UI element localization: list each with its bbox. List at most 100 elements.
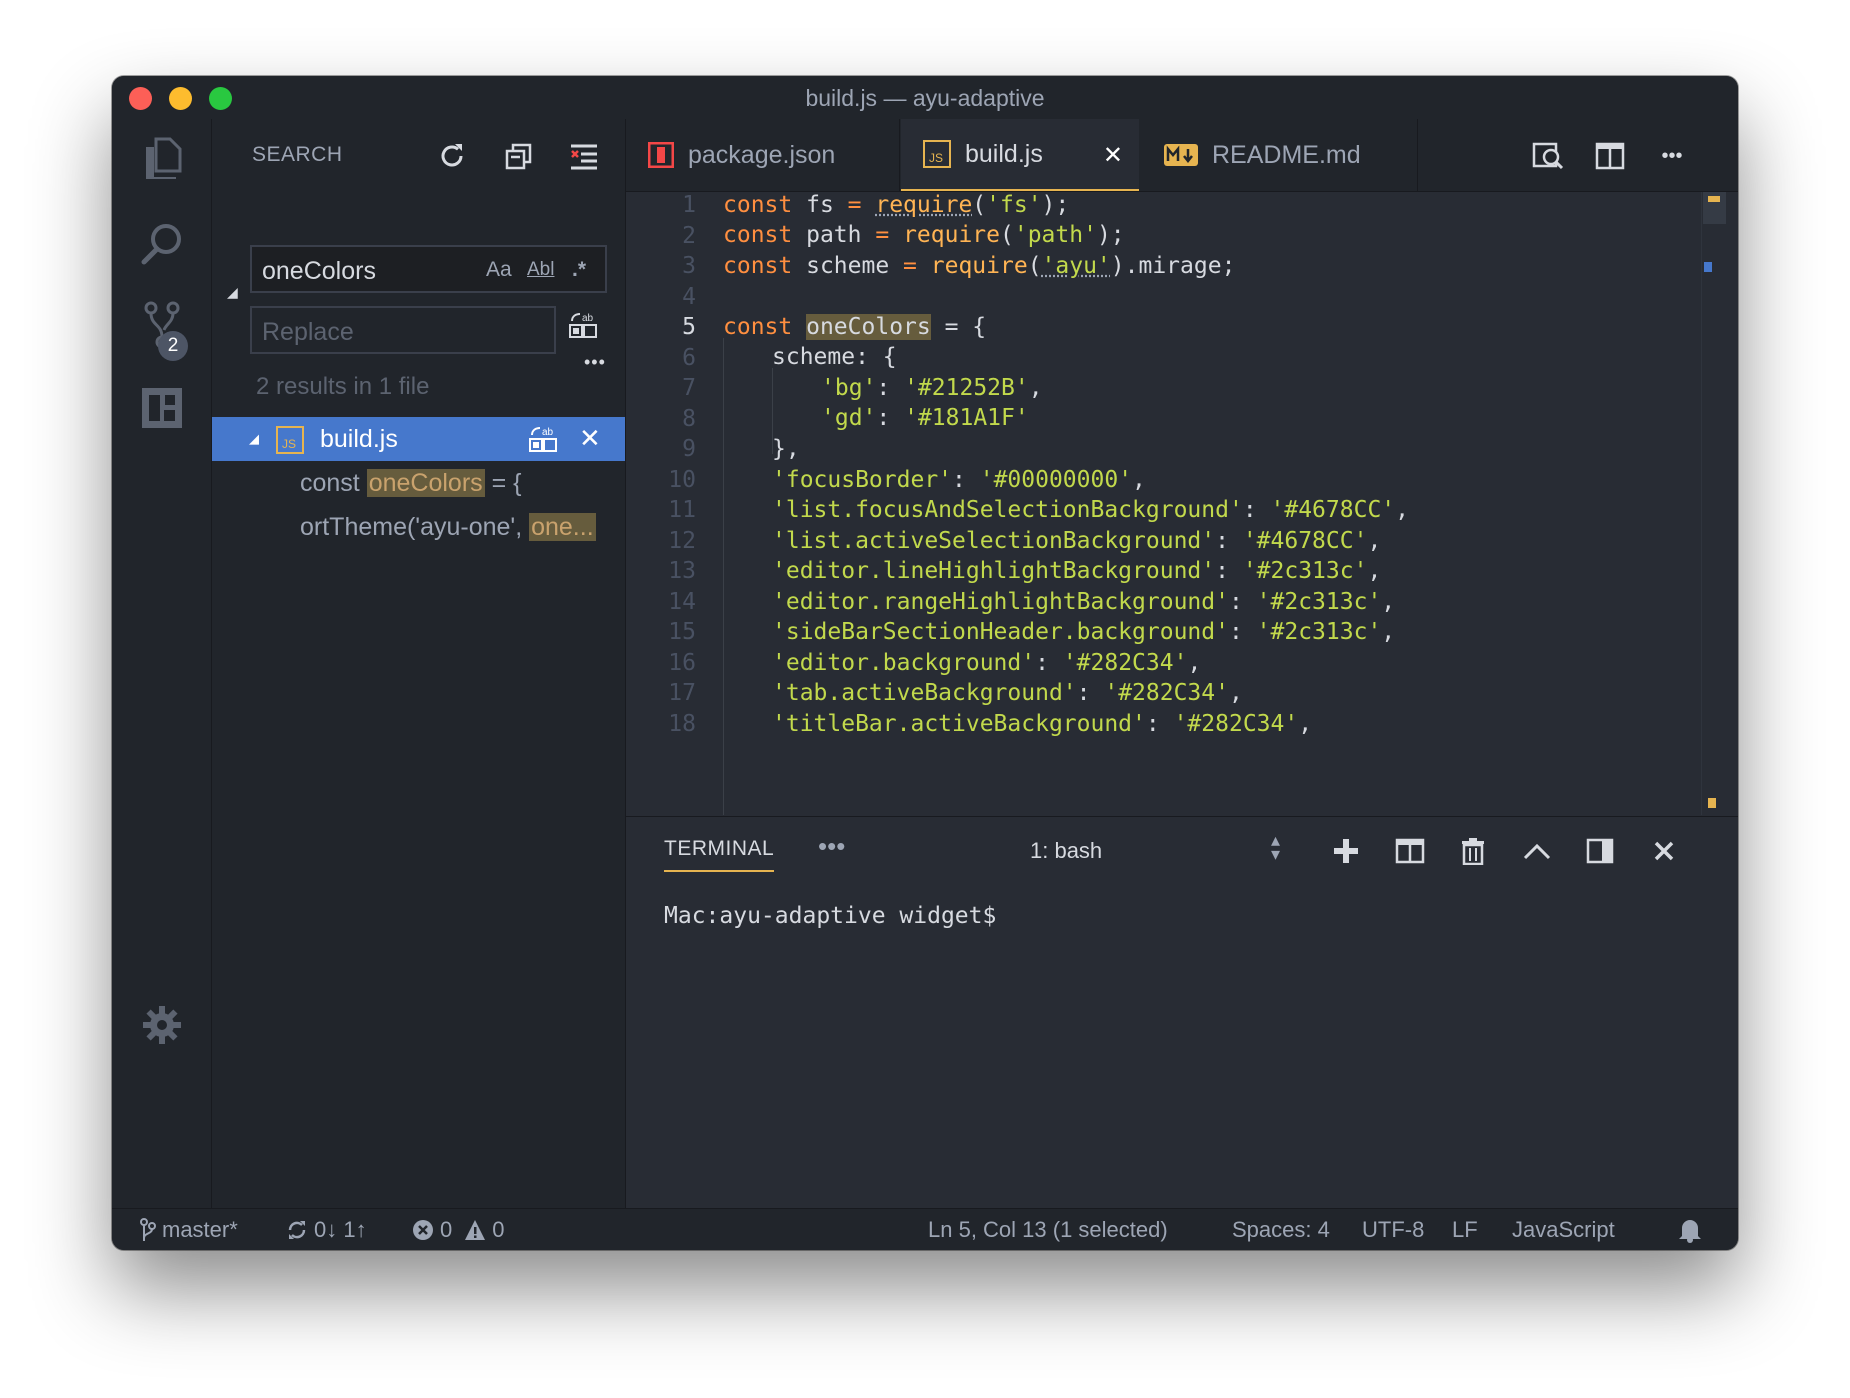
bell-icon [1679,1220,1701,1243]
toggle-panel-position-button[interactable] [1583,834,1617,868]
problems-indicator[interactable]: 0 0 [412,1217,505,1243]
error-count: 0 [440,1217,453,1242]
activity-source-control[interactable]: 2 [112,285,211,365]
editor-scrollbar[interactable] [1701,192,1726,815]
code-line: 'editor.lineHighlightBackground': '#2c31… [772,558,1382,584]
npm-icon [648,142,674,168]
notifications-button[interactable] [1678,1217,1702,1243]
more-actions-button[interactable]: ••• [1654,138,1690,174]
activity-search[interactable] [112,203,211,283]
line-number: 13 [668,558,696,584]
split-editor-icon [1395,838,1425,864]
tab-build-js[interactable]: JS build.js ✕ [901,119,1139,191]
line-number: 6 [682,344,696,371]
match-context: = { [484,469,522,497]
match-whole-word-toggle[interactable]: Abl [527,259,554,281]
terminal-panel: TERMINAL ••• 1: bash ▴ ▾ Mac:ayu-adaptiv… [626,816,1738,1209]
editor-area: package.json JS build.js ✕ README.md •••… [626,119,1738,1209]
dismiss-result-button[interactable]: ✕ [579,423,601,454]
activity-extensions[interactable] [112,368,211,448]
search-input-value: oneColors [262,257,376,285]
split-editor-button[interactable] [1592,138,1628,174]
clear-results-button[interactable] [502,139,536,173]
line-number: 12 [668,527,696,554]
panel-more-button[interactable]: ••• [818,831,845,862]
line-number: 18 [668,710,696,737]
encoding-status[interactable]: UTF-8 [1362,1217,1424,1243]
line-number: 9 [682,436,696,462]
tab-bar: package.json JS build.js ✕ README.md ••• [626,119,1738,192]
panel-tab-terminal[interactable]: TERMINAL [664,837,775,872]
select-arrows-icon[interactable]: ▴ ▾ [1271,831,1280,863]
code-line: scheme: { [772,344,897,370]
markdown-icon [1164,144,1198,166]
extensions-icon [141,388,182,428]
search-match-item[interactable]: const oneColors = { [300,469,522,498]
tab-label: build.js [965,139,1043,168]
search-match-item[interactable]: ortTheme('ayu-one', one... [300,513,596,542]
refresh-button[interactable] [435,139,469,173]
close-panel-button[interactable] [1647,834,1681,868]
code-editor[interactable]: 1 2 3 4 5 6 7 8 9 10 11 12 13 14 15 16 17 18 const fs = r… [626,192,1738,815]
replace-in-file-button[interactable]: ab [528,425,558,460]
line-number: 4 [682,283,696,310]
sync-indicator[interactable]: 0↓ 1↑ [286,1217,367,1243]
split-terminal-button[interactable] [1393,834,1427,868]
panel-right-icon [1586,838,1614,864]
activity-bar: 2 [112,119,212,1209]
code-line: 'list.focusAndSelectionBackground': '#46… [772,497,1409,523]
js-file-icon: JS [276,426,304,454]
kill-terminal-button[interactable] [1456,834,1490,868]
code-line: const fs = require('fs'); [723,192,1070,218]
eol-status[interactable]: LF [1452,1217,1478,1243]
replace-all-button[interactable]: ab [568,311,598,346]
indentation-status[interactable]: Spaces: 4 [1232,1217,1330,1243]
code-line: const oneColors = { [723,314,987,340]
maximize-panel-button[interactable] [1520,834,1554,868]
line-number: 1 [682,192,696,218]
tab-readme-md[interactable]: README.md [1140,119,1418,191]
files-icon [145,137,181,179]
match-highlight: one... [529,513,596,541]
code-line: 'titleBar.activeBackground': '#282C34', [772,710,1313,737]
expand-chevron-icon: ◢ [249,431,259,446]
window-title: build.js — ayu-adaptive [805,85,1045,111]
split-editor-icon [1595,142,1625,170]
line-number: 7 [682,375,696,401]
activity-settings[interactable] [112,985,211,1065]
regex-toggle[interactable]: .* [572,258,586,282]
find-match-marker [1708,196,1720,202]
match-case-toggle[interactable]: Aa [486,258,512,282]
terminal-select[interactable]: 1: bash [1030,838,1102,864]
tab-package-json[interactable]: package.json [626,119,900,191]
toggle-replace-icon[interactable]: ◢ [227,284,238,301]
svg-text:ab: ab [582,313,594,324]
language-mode[interactable]: JavaScript [1512,1217,1615,1243]
indent-guide [723,338,724,815]
match-highlight: oneColors [366,469,485,497]
line-number: 8 [682,405,696,432]
code-line: 'editor.rangeHighlightBackground': '#2c3… [772,588,1396,615]
match-context: const [300,469,367,497]
replace-input[interactable]: Replace [250,306,556,354]
warning-icon [465,1220,486,1240]
search-details-button[interactable]: ••• [584,352,606,373]
line-number: 14 [668,588,696,615]
branch-name: master* [162,1217,238,1242]
plus-icon [1334,839,1358,863]
editor-window: build.js — ayu-adaptive 2 SEARCH ◢ oneCo… [112,76,1738,1250]
collapse-all-button[interactable] [567,139,601,173]
new-terminal-button[interactable] [1329,834,1363,868]
result-file-row[interactable]: ◢ JS build.js ab ✕ [212,417,625,461]
activity-explorer[interactable] [112,119,211,199]
open-preview-button[interactable] [1530,138,1566,174]
terminal-prompt[interactable]: Mac:ayu-adaptive widget$ [664,903,996,929]
search-input[interactable]: oneColors Aa Abl .* [250,245,607,293]
branch-indicator[interactable]: master* [140,1217,238,1243]
close-tab-button[interactable]: ✕ [1103,141,1123,170]
tab-label: README.md [1212,140,1361,169]
line-number: 3 [682,253,696,279]
cursor-position[interactable]: Ln 5, Col 13 (1 selected) [928,1217,1168,1243]
cursor-marker [1704,262,1712,272]
svg-text:JS: JS [282,437,296,451]
